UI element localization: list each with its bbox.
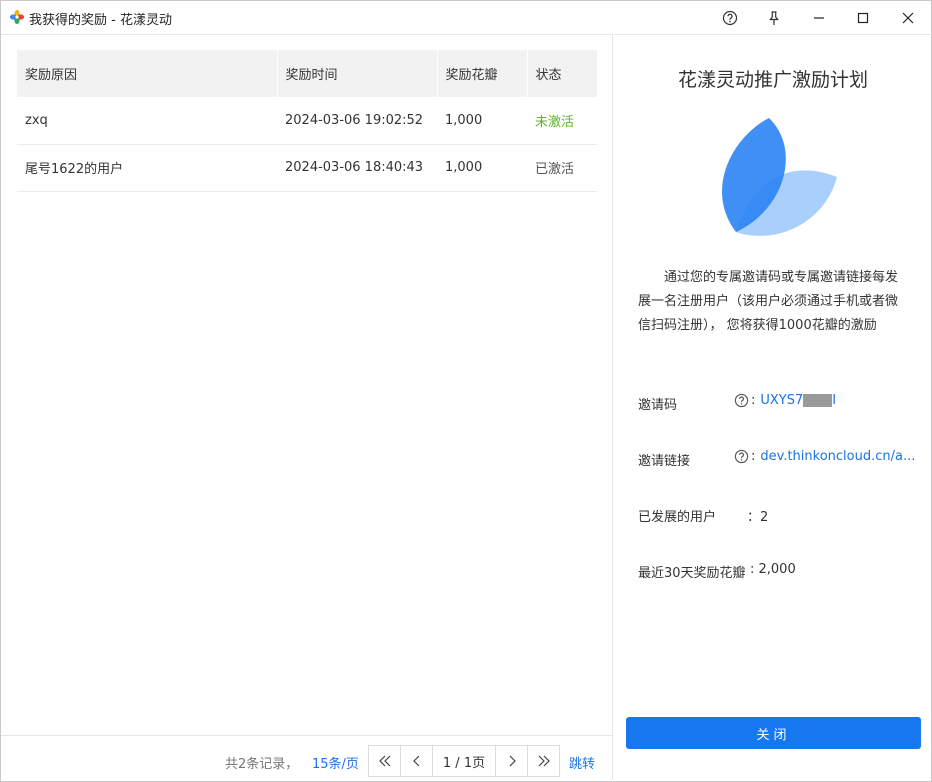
cell-status: 已激活: [527, 144, 597, 192]
help-circle-icon[interactable]: [734, 393, 749, 408]
invite-code-suffix: I: [832, 393, 837, 408]
column-header-time: 奖励时间: [277, 50, 438, 97]
invite-code-row: : UXYS7 I: [734, 393, 836, 408]
help-circle-icon[interactable]: [734, 449, 749, 464]
pin-button[interactable]: [752, 1, 796, 34]
column-header-reason: 奖励原因: [17, 50, 278, 97]
flower-logo-icon: [9, 9, 25, 25]
rewards-list-pane: 奖励原因 奖励时间 奖励花瓣 状态 zxq 2024-03-06 19:02:5…: [1, 34, 613, 782]
help-circle-icon: [722, 10, 738, 25]
prev-page-button[interactable]: [400, 745, 433, 777]
close-window-button[interactable]: [886, 1, 930, 34]
pagination: 共2条记录， 15条/页 1 / 1页 跳转: [1, 735, 612, 782]
colon: :: [751, 449, 756, 464]
redaction-mask: [803, 394, 833, 407]
developed-users-label: 已发展的用户: [638, 510, 717, 525]
cell-reason: zxq: [17, 97, 277, 145]
column-header-petals: 奖励花瓣: [437, 50, 528, 97]
invite-code-label: 邀请码: [638, 398, 678, 413]
cell-reason: 尾号1622的用户: [17, 144, 277, 192]
colon: :: [751, 393, 756, 408]
table-header-row: 奖励原因 奖励时间 奖励花瓣 状态: [17, 50, 597, 97]
close-icon: [902, 12, 914, 23]
close-button[interactable]: 关闭: [626, 717, 921, 749]
maximize-icon: [857, 12, 869, 23]
recent-reward-label: 最近30天奖励花瓣: [638, 566, 746, 581]
cell-status: 未激活: [527, 97, 597, 145]
invite-link-label: 邀请链接: [638, 454, 691, 469]
recent-reward-value: : 2,000: [750, 562, 796, 577]
app-window: 我获得的奖励 - 花漾灵动 奖励原因 奖励时间 奖励花瓣 状态 zxq 2024…: [0, 0, 932, 782]
petal-logo-icon: [722, 118, 837, 236]
maximize-button[interactable]: [841, 1, 885, 34]
window-title: 我获得的奖励 - 花漾灵动: [29, 13, 172, 28]
page-number: 1 / 1页: [442, 755, 486, 771]
record-count: 共2条记录，: [225, 757, 299, 772]
next-page-button[interactable]: [495, 745, 528, 777]
invite-link-row: : dev.thinkoncloud.cn/a...: [734, 449, 915, 464]
first-page-button[interactable]: [368, 745, 401, 777]
cell-petals: 1,000: [437, 97, 527, 145]
table-row[interactable]: 尾号1622的用户 2024-03-06 18:40:43 1,000 已激活: [17, 144, 597, 192]
rewards-table: 奖励原因 奖励时间 奖励花瓣 状态 zxq 2024-03-06 19:02:5…: [17, 50, 597, 192]
last-page-button[interactable]: [527, 745, 560, 777]
cell-petals: 1,000: [437, 144, 527, 192]
double-chevron-right-icon: [538, 755, 550, 767]
minimize-button[interactable]: [797, 1, 841, 34]
page-indicator: 1 / 1页: [432, 745, 496, 777]
promotion-panel: 花漾灵动推广激励计划 通过您的专属邀请码或专属邀请链接每发展一名注册用户（该用户…: [614, 34, 932, 782]
chevron-right-icon: [509, 755, 516, 767]
minimize-icon: [814, 16, 824, 19]
invite-link-value[interactable]: dev.thinkoncloud.cn/a...: [760, 449, 915, 464]
title-bar: 我获得的奖励 - 花漾灵动: [1, 1, 931, 34]
promotion-description: 通过您的专属邀请码或专属邀请链接每发展一名注册用户（该用户必须通过手机或者微信扫…: [638, 270, 899, 333]
table-row[interactable]: zxq 2024-03-06 19:02:52 1,000 未激活: [17, 97, 597, 145]
invite-code-prefix: UXYS7: [760, 393, 804, 408]
pin-icon: [769, 10, 779, 25]
help-button[interactable]: [708, 1, 752, 34]
column-header-status: 状态: [527, 50, 597, 97]
cell-time: 2024-03-06 18:40:43: [277, 144, 437, 192]
page-size-select[interactable]: 15条/页: [312, 753, 359, 772]
cell-time: 2024-03-06 19:02:52: [277, 97, 437, 145]
panel-title: 花漾灵动推广激励计划: [677, 69, 868, 91]
chevron-left-icon: [412, 755, 419, 767]
developed-users-value: ：2: [747, 510, 769, 525]
jump-link[interactable]: 跳转: [569, 753, 595, 772]
invite-code-value[interactable]: UXYS7 I: [760, 393, 836, 408]
double-chevron-left-icon: [378, 755, 390, 767]
